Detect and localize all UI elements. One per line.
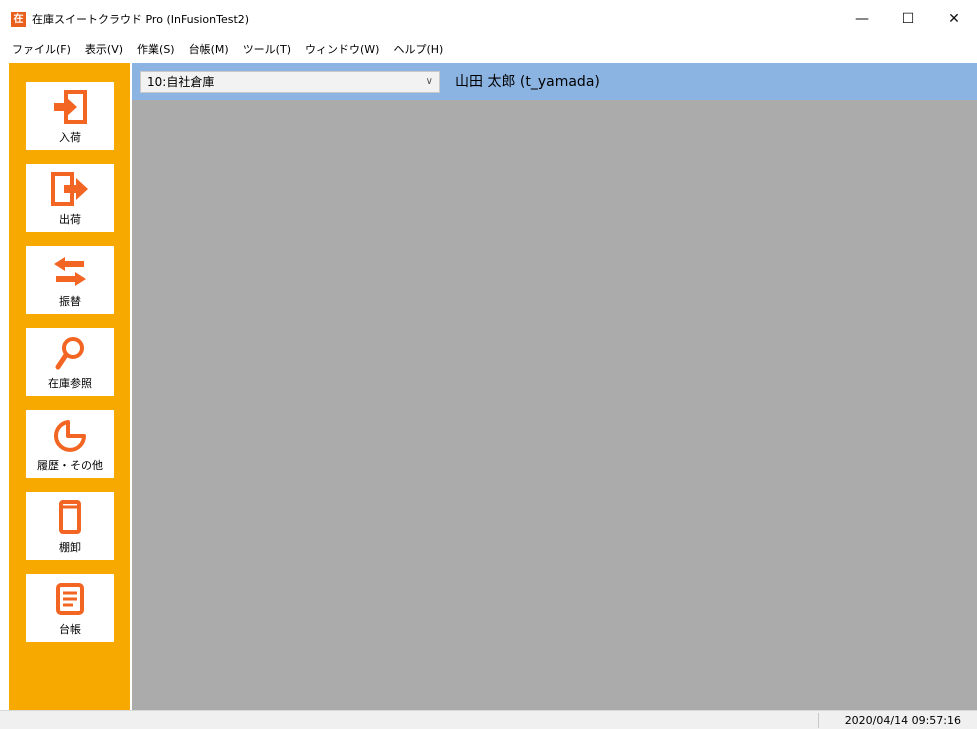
header-bar: 10:自社倉庫 ∨ 山田 太郎 (t_yamada) [132,63,977,100]
menu-bar: ファイル(F) 表示(V) 作業(S) 台帳(M) ツール(T) ウィンドウ(W… [0,38,977,62]
history-icon [54,420,86,452]
sidebar-button-arrival[interactable]: 入荷 [26,82,114,150]
warehouse-select[interactable]: 10:自社倉庫 ∨ [140,71,440,93]
sidebar-label-history: 履歴・その他 [37,459,103,472]
warehouse-select-value: 10:自社倉庫 [147,75,215,89]
status-bar: 2020/04/14 09:57:16 [0,710,977,729]
user-name: 山田 太郎 (t_yamada) [455,74,600,90]
sidebar-button-ledger[interactable]: 台帳 [26,574,114,642]
minimize-button[interactable]: — [839,0,885,38]
menu-tools[interactable]: ツール(T) [236,40,298,60]
sidebar-label-stock-search: 在庫参照 [48,377,92,390]
sidebar-button-inventory[interactable]: 棚卸 [26,492,114,560]
arrival-icon [54,90,87,124]
menu-view[interactable]: 表示(V) [78,40,130,60]
sidebar-button-transfer[interactable]: 振替 [26,246,114,314]
close-button[interactable]: ✕ [931,0,977,38]
app-icon: 在 [11,12,26,27]
sidebar-label-ledger: 台帳 [59,623,81,636]
ledger-icon [56,583,84,615]
sidebar-button-stock-search[interactable]: 在庫参照 [26,328,114,396]
inventory-icon [59,500,81,534]
search-icon [55,337,84,370]
title-bar: 在 在庫スイートクラウド Pro (InFusionTest2) — ☐ ✕ [0,0,977,38]
maximize-button[interactable]: ☐ [885,0,931,38]
sidebar-label-inventory: 棚卸 [59,541,81,554]
menu-file[interactable]: ファイル(F) [5,40,78,60]
sidebar-button-shipment[interactable]: 出荷 [26,164,114,232]
chevron-down-icon: ∨ [425,76,433,87]
menu-work[interactable]: 作業(S) [130,40,182,60]
sidebar: 入荷 出荷 振替 在庫参照 履歴・その他 棚卸 台帳 [9,63,130,710]
menu-ledger[interactable]: 台帳(M) [182,40,236,60]
status-divider [818,713,819,728]
sidebar-label-shipment: 出荷 [59,213,81,226]
sidebar-button-history[interactable]: 履歴・その他 [26,410,114,478]
status-datetime: 2020/04/14 09:57:16 [844,714,961,727]
menu-window[interactable]: ウィンドウ(W) [298,40,386,60]
window-title: 在庫スイートクラウド Pro (InFusionTest2) [32,13,250,26]
sidebar-label-arrival: 入荷 [59,131,81,144]
main-content-area [132,100,977,710]
sidebar-label-transfer: 振替 [59,295,81,308]
shipment-icon [51,172,88,206]
menu-help[interactable]: ヘルプ(H) [386,40,450,60]
transfer-icon [54,257,86,286]
